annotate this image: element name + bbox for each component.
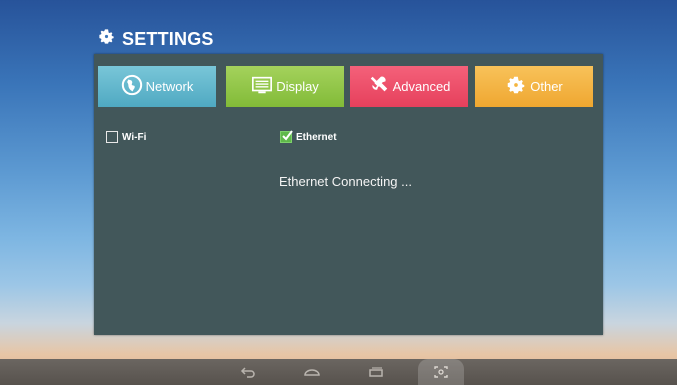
screenshot-icon xyxy=(434,366,448,378)
wifi-checkbox[interactable]: Wi-Fi xyxy=(106,131,146,143)
settings-panel: Network Display Advanced Other Wi-Fi Eth… xyxy=(94,54,603,335)
page-title: SETTINGS xyxy=(122,28,214,49)
recent-apps-icon xyxy=(369,367,383,377)
connection-status: Ethernet Connecting ... xyxy=(279,174,412,189)
gear-icon xyxy=(97,27,116,51)
tab-display[interactable]: Display xyxy=(226,66,344,107)
gear-icon xyxy=(505,74,527,99)
wifi-checkbox-label: Wi-Fi xyxy=(122,131,147,143)
tab-network-label: Network xyxy=(145,79,194,94)
display-icon xyxy=(251,74,273,99)
ethernet-checkbox-label: Ethernet xyxy=(296,131,337,143)
tab-network[interactable]: Network xyxy=(98,66,216,107)
checkmark-icon xyxy=(282,130,293,141)
globe-icon xyxy=(121,74,143,99)
tab-advanced-label: Advanced xyxy=(392,79,451,94)
wifi-checkbox-box[interactable] xyxy=(106,131,118,143)
page-title-bar: SETTINGS xyxy=(97,26,214,52)
back-button[interactable] xyxy=(225,359,271,385)
tab-display-label: Display xyxy=(276,79,319,94)
tab-advanced[interactable]: Advanced xyxy=(350,66,468,107)
ethernet-checkbox-box[interactable] xyxy=(280,130,293,143)
ethernet-checkbox[interactable]: Ethernet xyxy=(280,130,337,143)
recent-apps-button[interactable] xyxy=(353,359,399,385)
system-navbar xyxy=(0,359,677,385)
screenshot-button[interactable] xyxy=(418,359,464,385)
tab-other-label: Other xyxy=(530,79,563,94)
home-button[interactable] xyxy=(289,359,335,385)
home-icon xyxy=(304,369,320,376)
tab-other[interactable]: Other xyxy=(475,66,593,107)
tools-icon xyxy=(368,74,390,99)
back-icon xyxy=(240,367,255,378)
